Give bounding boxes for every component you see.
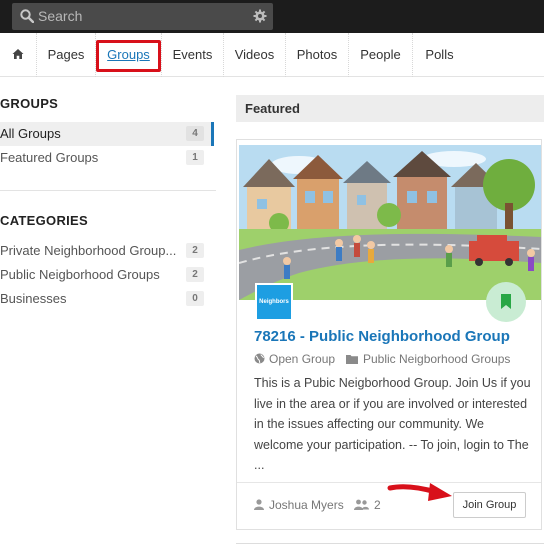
home-icon <box>12 49 24 59</box>
users-icon <box>354 499 369 510</box>
groups-heading: GROUPS <box>0 96 59 111</box>
count-badge: 0 <box>186 291 204 306</box>
group-members: 2 <box>354 498 381 512</box>
count-badge: 2 <box>186 267 204 282</box>
group-avatar[interactable]: Neighbors <box>255 283 293 321</box>
user-icon <box>254 499 264 510</box>
sidebar-item-label: Businesses <box>0 291 67 306</box>
sidebar-item-private-neighborhood[interactable]: Private Neighborhood Group... 2 <box>0 239 214 263</box>
sidebar-item-label: Featured Groups <box>0 150 99 165</box>
sidebar-item-all-groups[interactable]: All Groups 4 <box>0 122 214 146</box>
top-bar: Search <box>0 0 544 33</box>
nav-home[interactable] <box>0 33 37 77</box>
group-author[interactable]: Joshua Myers <box>254 498 344 512</box>
gear-icon[interactable] <box>253 9 267 23</box>
member-count: 2 <box>374 498 381 512</box>
nav-people[interactable]: People <box>349 33 413 77</box>
annotation-arrow-icon <box>387 483 452 501</box>
sidebar-item-public-neigborhood[interactable]: Public Neigborhood Groups 2 <box>0 263 214 287</box>
sidebar-item-businesses[interactable]: Businesses 0 <box>0 287 214 311</box>
sidebar-item-label: Private Neighborhood Group... <box>0 243 177 258</box>
neighborhood-illustration <box>239 145 541 300</box>
sidebar-item-label: All Groups <box>0 126 61 141</box>
group-description: This is a Pubic Neigborhood Group. Join … <box>254 376 531 472</box>
bookmark-button[interactable] <box>486 282 526 322</box>
nav-polls[interactable]: Polls <box>413 33 466 77</box>
group-privacy: Open Group <box>254 352 335 366</box>
categories-heading: CATEGORIES <box>0 213 88 228</box>
sidebar-divider <box>0 190 216 191</box>
sidebar-item-label: Public Neigborhood Groups <box>0 267 160 282</box>
groups-highlight-box <box>96 40 161 72</box>
nav-events[interactable]: Events <box>162 33 224 77</box>
search-icon <box>20 9 34 23</box>
group-category-label: Public Neigborhood Groups <box>363 352 511 366</box>
group-cover-image[interactable] <box>239 145 541 300</box>
main-nav: Pages Groups Events Videos Photos People… <box>0 33 544 77</box>
count-badge: 4 <box>186 126 204 141</box>
group-card: Neighbors 78216 - Public Neighborhood Gr… <box>236 139 542 530</box>
author-name: Joshua Myers <box>269 498 344 512</box>
count-badge: 2 <box>186 243 204 258</box>
search-placeholder: Search <box>38 8 83 24</box>
join-group-button[interactable]: Join Group <box>453 492 526 518</box>
nav-videos[interactable]: Videos <box>224 33 286 77</box>
group-title[interactable]: 78216 - Public Neighborhood Group <box>254 328 510 345</box>
nav-pages[interactable]: Pages <box>37 33 96 77</box>
group-category[interactable]: Public Neigborhood Groups <box>346 352 510 366</box>
featured-header: Featured <box>236 95 544 122</box>
search-input[interactable]: Search <box>12 3 273 30</box>
featured-heading: Featured <box>245 101 300 116</box>
sidebar-item-featured-groups[interactable]: Featured Groups 1 <box>0 146 214 170</box>
count-badge: 1 <box>186 150 204 165</box>
globe-icon <box>254 353 265 364</box>
bookmark-icon <box>501 294 511 309</box>
folder-icon <box>346 355 358 364</box>
group-privacy-label: Open Group <box>269 352 336 366</box>
nav-photos[interactable]: Photos <box>286 33 349 77</box>
bottom-divider <box>236 543 544 544</box>
